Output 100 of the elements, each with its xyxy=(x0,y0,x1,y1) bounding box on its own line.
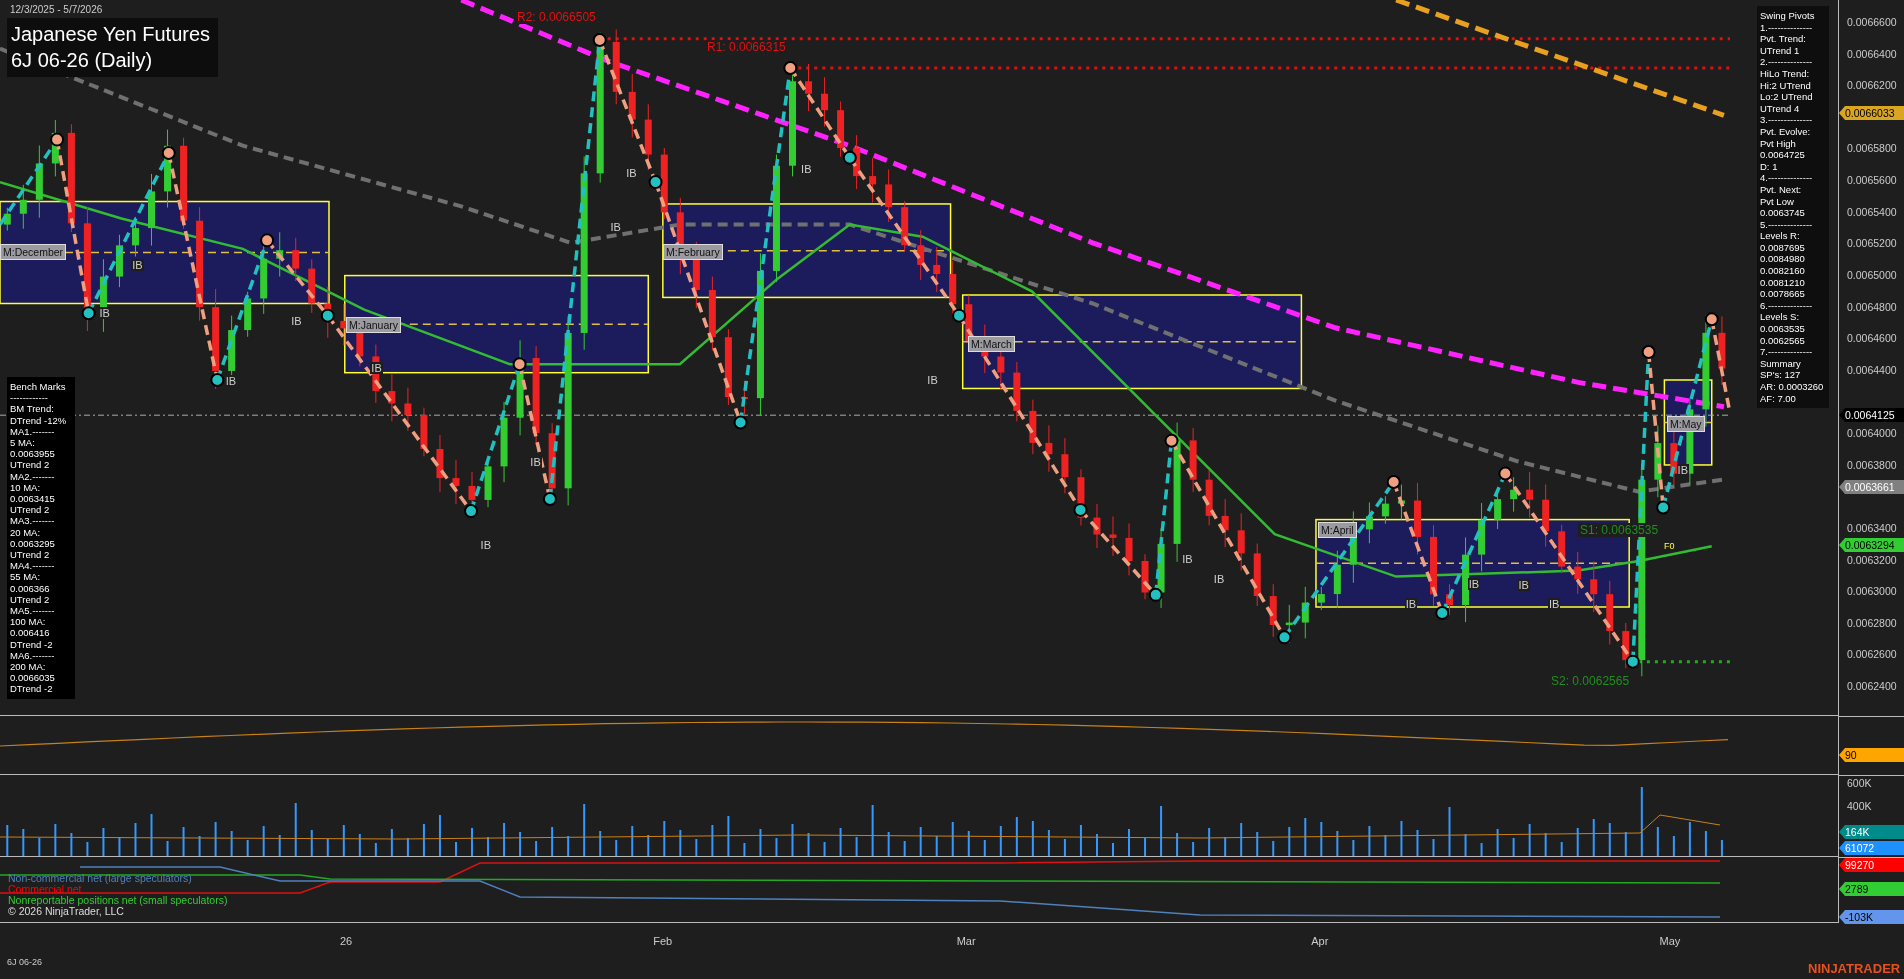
bench-marks-text: DTrend -2 xyxy=(10,683,54,695)
month-label: M:April xyxy=(1318,522,1357,538)
swing-pivots-text: UTrend 1 xyxy=(1760,44,1801,57)
swing-pivots-text: Summary xyxy=(1760,357,1802,370)
axis-label: 0.0062400 xyxy=(1847,680,1897,692)
axis-label: 0.0066400 xyxy=(1847,47,1897,60)
axis-label: 0.0064600 xyxy=(1847,332,1897,345)
swing-pivots-text: AR: 0.0003260 xyxy=(1760,381,1825,393)
price-tag: 0.0066033 xyxy=(1839,106,1904,120)
swing-pivots-text: HiLo Trend: xyxy=(1760,67,1811,80)
swing-pivots-text: Pvt High xyxy=(1760,137,1797,150)
bench-marks-text: 5 MA: xyxy=(10,437,36,449)
copyright-text: © 2026 NinjaTrader, LLC xyxy=(8,906,125,918)
price-tag: -103K xyxy=(1839,910,1904,924)
bench-marks-text: 0.006366 xyxy=(10,582,51,594)
swing-pivots-text: Pvt Low xyxy=(1760,195,1795,208)
swing-pivots-text: Levels R: xyxy=(1760,230,1801,242)
bench-marks-text: 10 MA: xyxy=(10,481,42,494)
bench-marks-text: UTrend 2 xyxy=(10,504,51,516)
swing-pivots-text: 0.0062565 xyxy=(1760,334,1806,347)
axis-label: 0.0062800 xyxy=(1847,616,1897,629)
time-axis-label: Apr xyxy=(1311,935,1329,948)
swing-pivots-text: 7.-------------- xyxy=(1760,346,1814,358)
axis-label: 0.0064800 xyxy=(1847,300,1897,313)
swing-pivots-text: Hi:2 UTrend xyxy=(1760,79,1812,92)
ib-label: IB xyxy=(224,375,238,388)
time-axis-label: 26 xyxy=(340,935,353,948)
axis-label: 0.0063200 xyxy=(1847,553,1897,566)
axis-label: 0.0062600 xyxy=(1847,648,1897,661)
ib-label: IB xyxy=(609,221,622,234)
axis-label: 0.0065000 xyxy=(1847,268,1897,281)
swing-pivots-text: Pvt. Trend: xyxy=(1760,33,1807,45)
swing-pivots-text: 0.0084980 xyxy=(1760,253,1806,266)
swing-pivots-text: D: 1 xyxy=(1760,160,1779,173)
chart-title: Japanese Yen Futures xyxy=(11,22,211,47)
ib-label: IB xyxy=(1212,573,1226,586)
month-label: M:March xyxy=(968,336,1015,352)
swing-pivots-text: Pvt. Evolve: xyxy=(1760,125,1812,138)
axis-label: 0.0063000 xyxy=(1847,585,1897,598)
axis-label: 600K xyxy=(1847,777,1872,789)
swing-pivots-text: 0.0087695 xyxy=(1760,241,1806,254)
month-label: M:February xyxy=(663,244,723,260)
ib-label: IB xyxy=(800,162,813,175)
price-tag: 61072 xyxy=(1839,841,1904,855)
swing-pivots-text: Levels S: xyxy=(1760,311,1801,324)
axis-label: 400K xyxy=(1847,800,1872,812)
swing-pivots-text: 0.0063745 xyxy=(1760,207,1806,219)
legend-label: Nonreportable positions net (small speculators) xyxy=(8,895,228,907)
axis-label: 0.0065800 xyxy=(1847,142,1897,155)
ib-label: IB xyxy=(290,314,303,327)
axis-label: 0.0063400 xyxy=(1847,521,1897,534)
swing-pivots-text: 4.-------------- xyxy=(1760,172,1814,184)
bench-marks-text: BM Trend: xyxy=(10,403,55,415)
swing-pivots-text: UTrend 4 xyxy=(1760,102,1801,115)
bench-marks-text: MA6.------- xyxy=(10,649,56,662)
price-tag: 0.0063661 xyxy=(1839,480,1904,494)
bench-marks-text: ------------ xyxy=(10,392,49,404)
price-tag: 99270 xyxy=(1839,858,1904,872)
swing-pivots-text: 0.0064725 xyxy=(1760,149,1806,161)
instrument-label: 6J 06-26 xyxy=(7,957,43,968)
level-label: R1: 0.0066315 xyxy=(705,40,788,54)
bench-marks-text: UTrend 2 xyxy=(10,459,51,471)
swing-pivots-text: 1.-------------- xyxy=(1760,21,1814,34)
fib-label: F0 xyxy=(1664,541,1675,551)
axis-label: 0.0065400 xyxy=(1847,205,1897,218)
swing-pivots-text: 0.0081210 xyxy=(1760,276,1806,289)
swing-pivots-text: 6.-------------- xyxy=(1760,299,1814,312)
month-label: M:December xyxy=(0,244,67,260)
bench-marks-text: DTrend -2 xyxy=(10,638,54,650)
price-tag: 0.0064125 xyxy=(1839,408,1904,422)
bench-marks-text: 0.0063415 xyxy=(10,493,56,505)
swing-pivots-text: 0.0063535 xyxy=(1760,323,1806,335)
level-label: S1: 0.0063535 xyxy=(1578,523,1661,537)
price-tag: 2789 xyxy=(1839,882,1904,896)
ib-label: IB xyxy=(370,362,383,375)
ib-label: IB xyxy=(926,374,939,387)
month-label: M:January xyxy=(346,317,402,333)
bench-marks-text: DTrend -12% xyxy=(10,414,68,426)
chart-subtitle: 6J 06-26 (Daily) xyxy=(11,48,154,73)
axis-label: 0.0064000 xyxy=(1847,427,1897,440)
brand-logo: NINJATRADER xyxy=(1808,961,1901,976)
bench-marks-text: 0.0063955 xyxy=(10,448,56,460)
month-label: M:May xyxy=(1667,416,1705,432)
axis-label: 0.0065600 xyxy=(1847,174,1897,187)
ib-label: IB xyxy=(1181,552,1194,565)
swing-pivots-text: SP's: 127 xyxy=(1760,369,1802,381)
bench-marks-text: 20 MA: xyxy=(10,526,42,538)
bench-marks-text: MA1.------- xyxy=(10,425,56,437)
swing-pivots-text: Lo:2 UTrend xyxy=(1760,91,1814,103)
bench-marks-text: 55 MA: xyxy=(10,571,42,583)
axis-label: 0.0064400 xyxy=(1847,363,1897,376)
swing-pivots-text: 5.-------------- xyxy=(1760,218,1814,231)
swing-pivots-text: 0.0078665 xyxy=(1760,288,1806,300)
price-tag: 0.0063294 xyxy=(1839,538,1904,552)
bench-marks-text: MA4.------- xyxy=(10,560,56,572)
swing-pivots-text: Swing Pivots xyxy=(1760,10,1816,22)
axis-label: 0.0063800 xyxy=(1847,458,1897,471)
level-label: S2: 0.0062565 xyxy=(1549,674,1632,688)
swing-pivots-text: 3.-------------- xyxy=(1760,114,1814,126)
bench-marks-text: 0.0066035 xyxy=(10,672,56,684)
